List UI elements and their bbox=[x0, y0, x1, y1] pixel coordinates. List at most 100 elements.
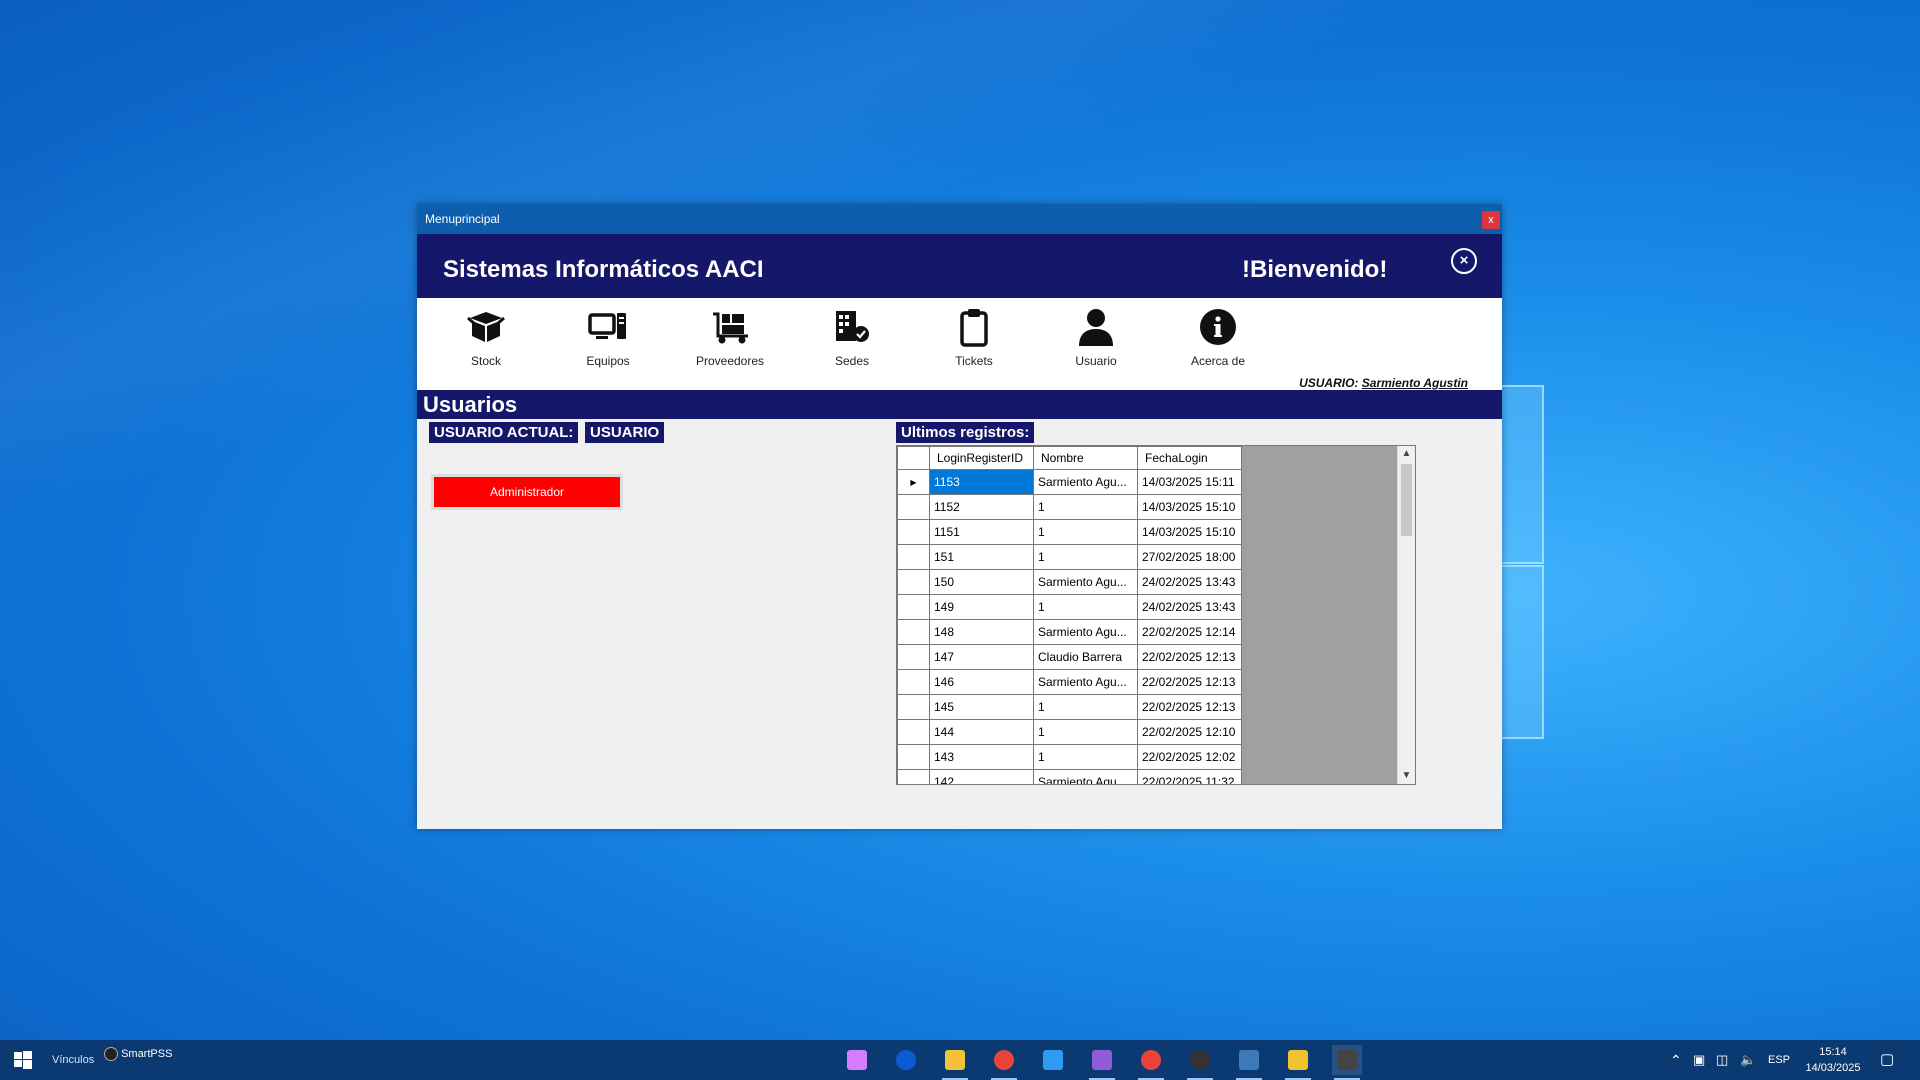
cell-loginregisterid[interactable]: 147 bbox=[929, 644, 1034, 670]
cell-nombre[interactable]: 1 bbox=[1033, 719, 1138, 745]
cell-nombre[interactable]: 1 bbox=[1033, 519, 1138, 545]
cell-loginregisterid[interactable]: 1151 bbox=[929, 519, 1034, 545]
start-button[interactable] bbox=[8, 1045, 38, 1075]
cell-nombre[interactable]: 1 bbox=[1033, 744, 1138, 770]
cell-fechalogin[interactable]: 24/02/2025 13:43 bbox=[1137, 594, 1242, 620]
smartpss-quicklink[interactable]: SmartPSS bbox=[104, 1034, 172, 1074]
scroll-down-arrow-icon[interactable]: ▼ bbox=[1398, 768, 1415, 784]
toolbar-stock-button[interactable]: Stock bbox=[441, 306, 531, 368]
row-header-cell[interactable] bbox=[897, 519, 930, 545]
cell-loginregisterid[interactable]: 151 bbox=[929, 544, 1034, 570]
taskbar-app-vscode-icon[interactable] bbox=[1038, 1045, 1068, 1075]
row-header-cell[interactable] bbox=[897, 594, 930, 620]
row-header-cell[interactable] bbox=[897, 719, 930, 745]
scroll-thumb[interactable] bbox=[1401, 464, 1412, 536]
cell-fechalogin[interactable]: 22/02/2025 11:32 bbox=[1137, 769, 1242, 784]
toolbar-tickets-button[interactable]: Tickets bbox=[929, 306, 1019, 368]
row-header-cell[interactable] bbox=[897, 769, 930, 784]
table-row[interactable]: 148 Sarmiento Agu... 22/02/2025 12:14 bbox=[897, 619, 1242, 645]
table-row[interactable]: 146 Sarmiento Agu... 22/02/2025 12:13 bbox=[897, 669, 1242, 695]
table-row[interactable]: 143 1 22/02/2025 12:02 bbox=[897, 744, 1242, 770]
cell-loginregisterid[interactable]: 142 bbox=[929, 769, 1034, 784]
cell-fechalogin[interactable]: 22/02/2025 12:13 bbox=[1137, 644, 1242, 670]
cell-loginregisterid[interactable]: 145 bbox=[929, 694, 1034, 720]
table-row[interactable]: 149 1 24/02/2025 13:43 bbox=[897, 594, 1242, 620]
toolbar-sedes-button[interactable]: Sedes bbox=[807, 306, 897, 368]
role-administrador-button[interactable]: Administrador bbox=[431, 474, 623, 510]
taskbar-app-aaci-app-icon[interactable] bbox=[1332, 1045, 1362, 1080]
row-header-cell[interactable] bbox=[897, 744, 930, 770]
table-row[interactable]: 145 1 22/02/2025 12:13 bbox=[897, 694, 1242, 720]
taskbar-app-sticky-app-icon[interactable] bbox=[1283, 1045, 1313, 1080]
cell-nombre[interactable]: 1 bbox=[1033, 594, 1138, 620]
cell-loginregisterid[interactable]: 1153 bbox=[929, 469, 1034, 495]
cell-fechalogin[interactable]: 14/03/2025 15:10 bbox=[1137, 494, 1242, 520]
row-header-cell[interactable] bbox=[897, 494, 930, 520]
table-row[interactable]: 147 Claudio Barrera 22/02/2025 12:13 bbox=[897, 644, 1242, 670]
notification-center-icon[interactable]: ▢ bbox=[1880, 1040, 1894, 1080]
table-row[interactable]: 1151 1 14/03/2025 15:10 bbox=[897, 519, 1242, 545]
cell-nombre[interactable]: Sarmiento Agu... bbox=[1033, 619, 1138, 645]
cell-nombre[interactable]: 1 bbox=[1033, 544, 1138, 570]
cell-nombre[interactable]: Sarmiento Agu... bbox=[1033, 569, 1138, 595]
toolbar-usuario-button[interactable]: Usuario bbox=[1051, 306, 1141, 368]
cell-loginregisterid[interactable]: 148 bbox=[929, 619, 1034, 645]
cell-loginregisterid[interactable]: 150 bbox=[929, 569, 1034, 595]
table-row[interactable]: 150 Sarmiento Agu... 24/02/2025 13:43 bbox=[897, 569, 1242, 595]
table-row[interactable]: ▶ 1153 Sarmiento Agu... 14/03/2025 15:11 bbox=[897, 469, 1242, 495]
grid-vertical-scrollbar[interactable]: ▲ ▼ bbox=[1397, 446, 1415, 784]
cell-fechalogin[interactable]: 22/02/2025 12:10 bbox=[1137, 719, 1242, 745]
table-row[interactable]: 144 1 22/02/2025 12:10 bbox=[897, 719, 1242, 745]
row-header-cell[interactable] bbox=[897, 569, 930, 595]
tray-meet-icon[interactable]: ▣ bbox=[1693, 1040, 1705, 1080]
cell-nombre[interactable]: 1 bbox=[1033, 694, 1138, 720]
column-header-loginregisterid[interactable]: LoginRegisterID bbox=[929, 446, 1034, 470]
cell-fechalogin[interactable]: 14/03/2025 15:11 bbox=[1137, 469, 1242, 495]
cell-nombre[interactable]: Claudio Barrera bbox=[1033, 644, 1138, 670]
taskbar-app-smartpss-icon[interactable] bbox=[1185, 1045, 1215, 1080]
taskbar-app-teamviewer-icon[interactable] bbox=[891, 1045, 921, 1075]
cell-nombre[interactable]: Sarmiento Agu... bbox=[1033, 669, 1138, 695]
header-close-icon[interactable]: × bbox=[1451, 248, 1477, 274]
column-header-fechalogin[interactable]: FechaLogin bbox=[1137, 446, 1242, 470]
row-header-cell[interactable] bbox=[897, 619, 930, 645]
cell-fechalogin[interactable]: 22/02/2025 12:13 bbox=[1137, 669, 1242, 695]
row-header-cell[interactable] bbox=[897, 644, 930, 670]
taskbar-app-visual-studio-icon[interactable] bbox=[1087, 1045, 1117, 1080]
cell-fechalogin[interactable]: 22/02/2025 12:02 bbox=[1137, 744, 1242, 770]
tray-overflow-icon[interactable]: ⌃ bbox=[1670, 1040, 1682, 1080]
cell-fechalogin[interactable]: 27/02/2025 18:00 bbox=[1137, 544, 1242, 570]
toolbar-proveedores-button[interactable]: Proveedores bbox=[685, 306, 775, 368]
row-header-cell[interactable] bbox=[897, 694, 930, 720]
table-row[interactable]: 151 1 27/02/2025 18:00 bbox=[897, 544, 1242, 570]
cell-fechalogin[interactable]: 14/03/2025 15:10 bbox=[1137, 519, 1242, 545]
taskbar-app-chrome-icon[interactable] bbox=[1136, 1045, 1166, 1080]
table-row[interactable]: 1152 1 14/03/2025 15:10 bbox=[897, 494, 1242, 520]
toolbar-equipos-button[interactable]: Equipos bbox=[563, 306, 653, 368]
toolbar-acerca-button[interactable]: Acerca de bbox=[1173, 306, 1263, 368]
cell-fechalogin[interactable]: 22/02/2025 12:13 bbox=[1137, 694, 1242, 720]
cell-loginregisterid[interactable]: 149 bbox=[929, 594, 1034, 620]
login-records-grid[interactable]: LoginRegisterID Nombre FechaLogin ▶ 1153 S… bbox=[896, 445, 1416, 785]
tray-network-icon[interactable]: ◫ bbox=[1716, 1040, 1728, 1080]
tray-volume-icon[interactable]: 🔈 bbox=[1740, 1040, 1756, 1080]
row-pointer-icon[interactable]: ▶ bbox=[897, 469, 930, 495]
row-header-cell[interactable] bbox=[897, 544, 930, 570]
taskbar-app-python-icon[interactable] bbox=[1234, 1045, 1264, 1080]
window-close-button[interactable]: x bbox=[1482, 211, 1500, 229]
scroll-up-arrow-icon[interactable]: ▲ bbox=[1398, 446, 1415, 462]
taskbar-app-copilot-icon[interactable] bbox=[842, 1045, 872, 1075]
cell-nombre[interactable]: 1 bbox=[1033, 494, 1138, 520]
cell-loginregisterid[interactable]: 143 bbox=[929, 744, 1034, 770]
cell-fechalogin[interactable]: 22/02/2025 12:14 bbox=[1137, 619, 1242, 645]
cell-fechalogin[interactable]: 24/02/2025 13:43 bbox=[1137, 569, 1242, 595]
window-titlebar[interactable]: Menuprincipal x bbox=[417, 204, 1502, 234]
cell-loginregisterid[interactable]: 146 bbox=[929, 669, 1034, 695]
table-row[interactable]: 142 Sarmiento Agu... 22/02/2025 11:32 bbox=[897, 769, 1242, 784]
tray-clock[interactable]: 15:14 14/03/2025 bbox=[1800, 1044, 1866, 1076]
tray-language[interactable]: ESP bbox=[1768, 1040, 1790, 1080]
cell-loginregisterid[interactable]: 1152 bbox=[929, 494, 1034, 520]
taskbar-app-file-explorer-icon[interactable] bbox=[940, 1045, 970, 1080]
cell-loginregisterid[interactable]: 144 bbox=[929, 719, 1034, 745]
column-header-nombre[interactable]: Nombre bbox=[1033, 446, 1138, 470]
